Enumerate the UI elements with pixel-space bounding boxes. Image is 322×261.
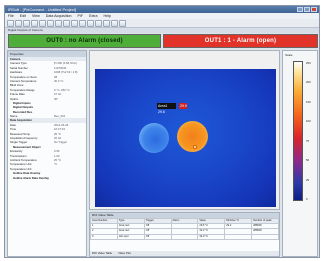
out1-alarm-banner: OUT1 : 1 - Alarm (open) — [163, 34, 318, 48]
camera-icon[interactable] — [39, 19, 46, 27]
export-icon[interactable] — [111, 19, 118, 27]
roi-label-area2[interactable]: 29.9 — [179, 103, 187, 109]
thermal-image-panel: Area1 29.6 29.9 — [89, 50, 280, 210]
stop-icon[interactable] — [55, 19, 62, 27]
property-key: Hotline Alarm Data Overlay — [13, 175, 49, 180]
scale-tick-label: 0 — [306, 196, 308, 201]
application-window: IRSoft - [PixConnect - Untitled Project]… — [4, 5, 320, 258]
title-bar: IRSoft - [PixConnect - Untitled Project] — [5, 6, 319, 13]
roi-label-area1[interactable]: Area1 29.6 — [157, 103, 176, 114]
scale-tick-label: 200 — [306, 80, 311, 85]
scale-tick-label: 250 — [306, 61, 311, 65]
table-cell: 34.9 °C — [197, 233, 226, 240]
zoom-icon[interactable] — [79, 19, 86, 27]
roi-icon[interactable] — [87, 19, 94, 27]
maximize-button[interactable] — [304, 7, 310, 12]
help-icon[interactable] — [119, 19, 126, 27]
color-scale-bar[interactable] — [293, 61, 303, 201]
scale-title: Scale — [285, 53, 293, 57]
palette-icon[interactable] — [71, 19, 78, 27]
table-cell — [224, 233, 253, 240]
window-title: IRSoft - [PixConnect - Untitled Project] — [8, 7, 77, 12]
properties-tree: Camera Camera Type PI 450 (0.68 Ohm) Serial… — [8, 57, 86, 180]
toolbar — [5, 19, 319, 28]
roi-value-table-panel: ROI Value Table Area Number Type Trigger Al… — [89, 212, 280, 257]
table-cell — [251, 233, 279, 240]
window-controls — [297, 7, 317, 12]
property-value: 30.0 °C — [54, 78, 64, 83]
table-cell: Hot spot — [116, 233, 145, 240]
tab-video-plot[interactable]: Video Plot — [118, 251, 131, 256]
table-row[interactable]: 3 Hot spot Off 34.9 °C — [90, 233, 279, 240]
property-value: 1608 (TH/ Flt / 1.8) — [54, 70, 78, 75]
temperature-scale-panel: Scale 250 200 150 100 75 50 25 0 — [282, 50, 318, 257]
scale-tick-label: 25 — [306, 177, 310, 182]
scale-ticks: 250 200 150 100 75 50 25 0 — [306, 61, 311, 201]
minimize-button[interactable] — [297, 7, 303, 12]
settings-icon[interactable] — [95, 19, 102, 27]
thermal-image[interactable]: Area1 29.6 29.9 — [95, 69, 276, 207]
cool-object — [139, 123, 169, 153]
properties-panel: Properties Camera Camera Type PI 450 (0.68… — [7, 50, 87, 257]
scale-tick-label: 150 — [306, 99, 311, 104]
save-icon[interactable] — [23, 19, 30, 27]
play-icon[interactable] — [47, 19, 54, 27]
open-icon[interactable] — [15, 19, 22, 27]
bottom-tabs: ROI Value Table Video Plot — [90, 251, 279, 256]
table-cell — [170, 233, 199, 240]
scale-tick-label: 50 — [306, 158, 310, 163]
out0-status-banner: OUT0 : no Alarm (closed) — [8, 34, 161, 48]
scale-tick-label: 75 — [306, 138, 310, 143]
record-icon[interactable] — [63, 19, 70, 27]
tab-roi-value-table[interactable]: ROI Value Table — [92, 251, 112, 256]
property-row[interactable]: Hotline Alarm Data Overlay — [8, 176, 86, 180]
property-value: Rec_001 — [54, 114, 66, 119]
digital-outputs-header: Digital Outputs of Camera — [5, 28, 319, 33]
property-value: °C — [54, 162, 58, 167]
close-button[interactable] — [311, 7, 317, 12]
hot-spot-marker[interactable] — [193, 145, 197, 149]
roi-value-table: Area Number Type Trigger Alarm Value Min/Ave … — [90, 217, 279, 240]
chart-icon[interactable] — [103, 19, 110, 27]
new-icon[interactable] — [7, 19, 14, 27]
print-icon[interactable] — [31, 19, 38, 27]
scale-tick-label: 100 — [306, 119, 311, 124]
table-cell: 3 — [90, 233, 118, 240]
table-cell: Off — [143, 233, 172, 240]
